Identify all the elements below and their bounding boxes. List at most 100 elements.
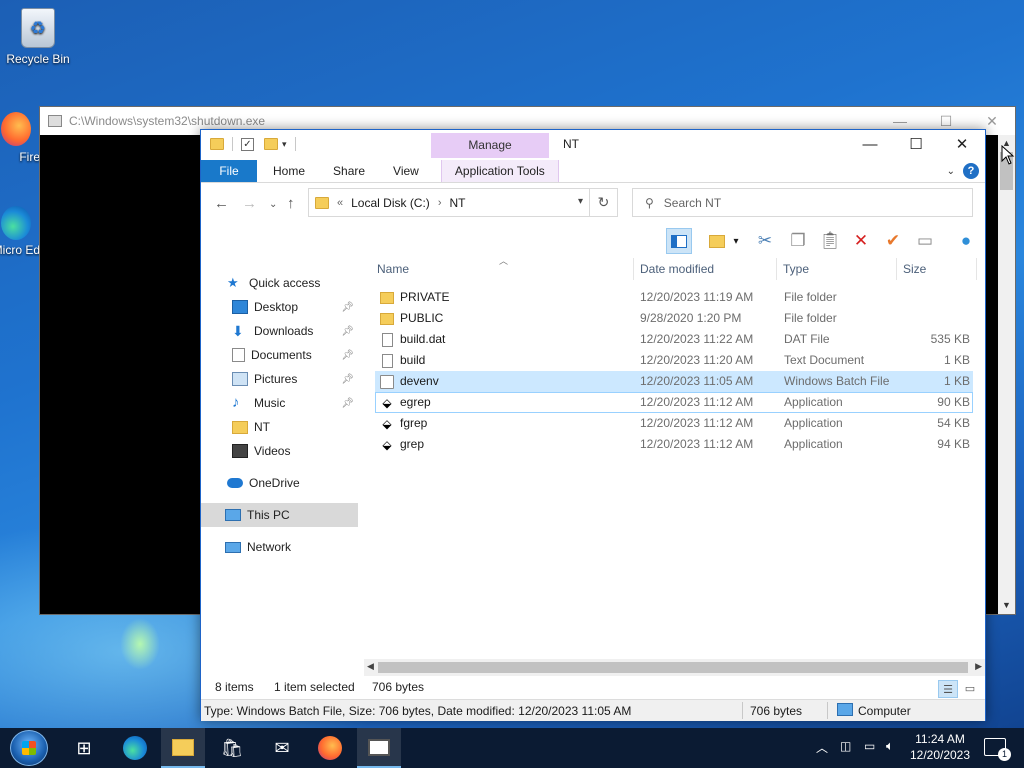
file-explorer-window[interactable]: ✓ ▾ Manage NT — ☐ ✕ File Home Share View… (200, 129, 986, 721)
file-name: PRIVATE (400, 290, 450, 304)
nav-item-label: Desktop (254, 300, 299, 314)
refresh-icon[interactable]: ↻ (589, 189, 617, 216)
close-icon[interactable]: ✕ (939, 130, 985, 158)
console-scrollbar[interactable]: ▲ ▼ (998, 135, 1015, 614)
pin-icon[interactable]: 📌︎ (341, 398, 354, 409)
help-icon[interactable]: ? (963, 163, 979, 179)
task-view-icon[interactable]: ⊞ (62, 728, 106, 768)
search-input[interactable]: ⚲ Search NT (632, 188, 973, 217)
chevron-right-icon[interactable]: › (438, 197, 442, 209)
new-folder-icon[interactable] (704, 228, 730, 254)
nav-item-this-pc[interactable]: This PC (201, 503, 358, 527)
mail-taskbar-icon[interactable]: ✉ (260, 728, 304, 768)
expand-ribbon-icon[interactable]: ⌄ (947, 166, 955, 177)
tab-home[interactable]: Home (259, 160, 319, 182)
nav-item-nt[interactable]: NT (201, 415, 358, 439)
firefox-taskbar-icon[interactable] (308, 728, 352, 768)
volume-muted-icon[interactable]: 🔈︎ (886, 738, 894, 754)
column-header-size[interactable]: Size (897, 258, 977, 280)
file-explorer-taskbar-icon[interactable] (161, 728, 205, 768)
recent-locations-icon[interactable]: ⌄ (269, 199, 277, 210)
column-header-type[interactable]: Type (777, 258, 897, 280)
nav-item-downloads[interactable]: ⬇ Downloads 📌︎ (201, 319, 358, 343)
nav-item-onedrive[interactable]: OneDrive (201, 471, 358, 495)
pin-icon[interactable]: 📌︎ (341, 302, 354, 313)
preview-pane-icon[interactable] (666, 228, 692, 254)
pictures-icon (232, 372, 248, 386)
start-button[interactable] (10, 730, 48, 766)
scroll-left-icon[interactable]: ◀ (367, 661, 374, 672)
pin-icon[interactable]: 📌︎ (341, 374, 354, 385)
tab-share[interactable]: Share (319, 160, 379, 182)
console-taskbar-icon[interactable] (357, 728, 401, 768)
minimize-icon[interactable]: — (847, 130, 893, 158)
file-size (900, 288, 970, 309)
delete-icon[interactable]: ✕ (848, 228, 874, 254)
file-row-public[interactable]: PUBLIC 9/28/2020 1:20 PM File folder (375, 308, 973, 329)
tab-file[interactable]: File (201, 160, 257, 182)
scroll-right-icon[interactable]: ▶ (975, 661, 982, 672)
file-type: Application (784, 437, 843, 451)
scroll-down-icon[interactable]: ▼ (998, 597, 1015, 614)
nav-item-desktop[interactable]: Desktop 📌︎ (201, 295, 358, 319)
manage-contextual-tab[interactable]: Manage (431, 133, 549, 158)
large-icons-view-icon[interactable]: ▭ (960, 680, 980, 698)
network-tray-icon[interactable]: ▭ (864, 739, 875, 753)
chevron-up-icon[interactable]: ︿ (816, 739, 828, 756)
file-row-private[interactable]: PRIVATE 12/20/2023 11:19 AM File folder (375, 287, 973, 308)
meet-now-icon[interactable]: ◫ (840, 739, 851, 753)
maximize-icon[interactable]: ☐ (893, 130, 939, 158)
file-row-build[interactable]: build 12/20/2023 11:20 AM Text Document … (375, 350, 973, 371)
notification-icon[interactable]: 1 (984, 738, 1011, 761)
column-header-date-modified[interactable]: Date modified (634, 258, 777, 280)
copy-icon[interactable]: ❐ (785, 228, 811, 254)
nav-item-network[interactable]: Network (201, 535, 358, 559)
nav-item-videos[interactable]: Videos (201, 439, 358, 463)
chevron-down-icon[interactable]: ▾ (578, 196, 583, 207)
forward-icon[interactable]: → (242, 195, 257, 212)
details-view-icon[interactable]: ☰ (938, 680, 958, 698)
nav-item-documents[interactable]: Documents 📌︎ (201, 343, 358, 367)
scroll-thumb[interactable] (378, 662, 968, 673)
nav-item-quick-access[interactable]: ★ Quick access (201, 271, 358, 295)
store-taskbar-icon[interactable]: 🛍︎ (210, 728, 254, 768)
address-bar[interactable]: « Local Disk (C:) › NT ▾ ↻ (308, 188, 618, 217)
column-header-name[interactable]: Name (371, 258, 634, 280)
breadcrumb-overflow[interactable]: « (337, 197, 343, 209)
file-type: File folder (784, 290, 837, 304)
horizontal-scrollbar[interactable]: ◀ ▶ (364, 659, 985, 676)
tab-view[interactable]: View (379, 160, 433, 182)
up-icon[interactable]: ↑ (287, 195, 295, 212)
documents-icon (232, 348, 245, 362)
properties-icon[interactable]: ✓ (241, 137, 254, 151)
file-type: File folder (784, 311, 837, 325)
breadcrumb-local-disk[interactable]: Local Disk (C:) (351, 196, 430, 210)
tab-application-tools[interactable]: Application Tools (440, 160, 559, 182)
quick-access-toolbar: ✓ ▾ (201, 130, 300, 158)
network-globe-icon[interactable]: ● (953, 228, 979, 254)
file-type: DAT File (784, 332, 830, 346)
clock[interactable]: 11:24 AM 12/20/2023 (900, 731, 980, 763)
back-icon[interactable]: ← (214, 195, 229, 212)
nav-item-pictures[interactable]: Pictures 📌︎ (201, 367, 358, 391)
new-folder-icon[interactable] (264, 138, 278, 150)
desktop-icon-recycle-bin[interactable]: Recycle Bin (0, 8, 76, 66)
customize-toolbar-icon[interactable]: ▾ (282, 139, 287, 150)
paste-icon[interactable]: 📋︎ (817, 228, 843, 254)
pin-icon[interactable]: 📌︎ (341, 326, 354, 337)
breadcrumb-nt[interactable]: NT (449, 196, 465, 210)
pin-icon[interactable]: 📌︎ (341, 350, 354, 361)
rename-icon[interactable]: ✔ (880, 228, 906, 254)
edge-taskbar-icon[interactable] (113, 728, 157, 768)
file-row-grep[interactable]: ⬙ grep 12/20/2023 11:12 AM Application 9… (375, 434, 973, 455)
file-row-devenv[interactable]: devenv 12/20/2023 11:05 AM Windows Batch… (375, 371, 973, 392)
network-icon (225, 541, 241, 553)
nav-item-music[interactable]: ♪ Music 📌︎ (201, 391, 358, 415)
file-row-build-dat[interactable]: build.dat 12/20/2023 11:22 AM DAT File 5… (375, 329, 973, 350)
chevron-down-icon[interactable]: ▾ (729, 228, 743, 254)
file-row-fgrep[interactable]: ⬙ fgrep 12/20/2023 11:12 AM Application … (375, 413, 973, 434)
properties-icon[interactable]: ▭ (912, 228, 938, 254)
nav-item-label: Videos (254, 444, 291, 458)
cut-icon[interactable]: ✂ (752, 228, 778, 254)
file-row-egrep[interactable]: ⬙ egrep 12/20/2023 11:12 AM Application … (375, 392, 973, 413)
